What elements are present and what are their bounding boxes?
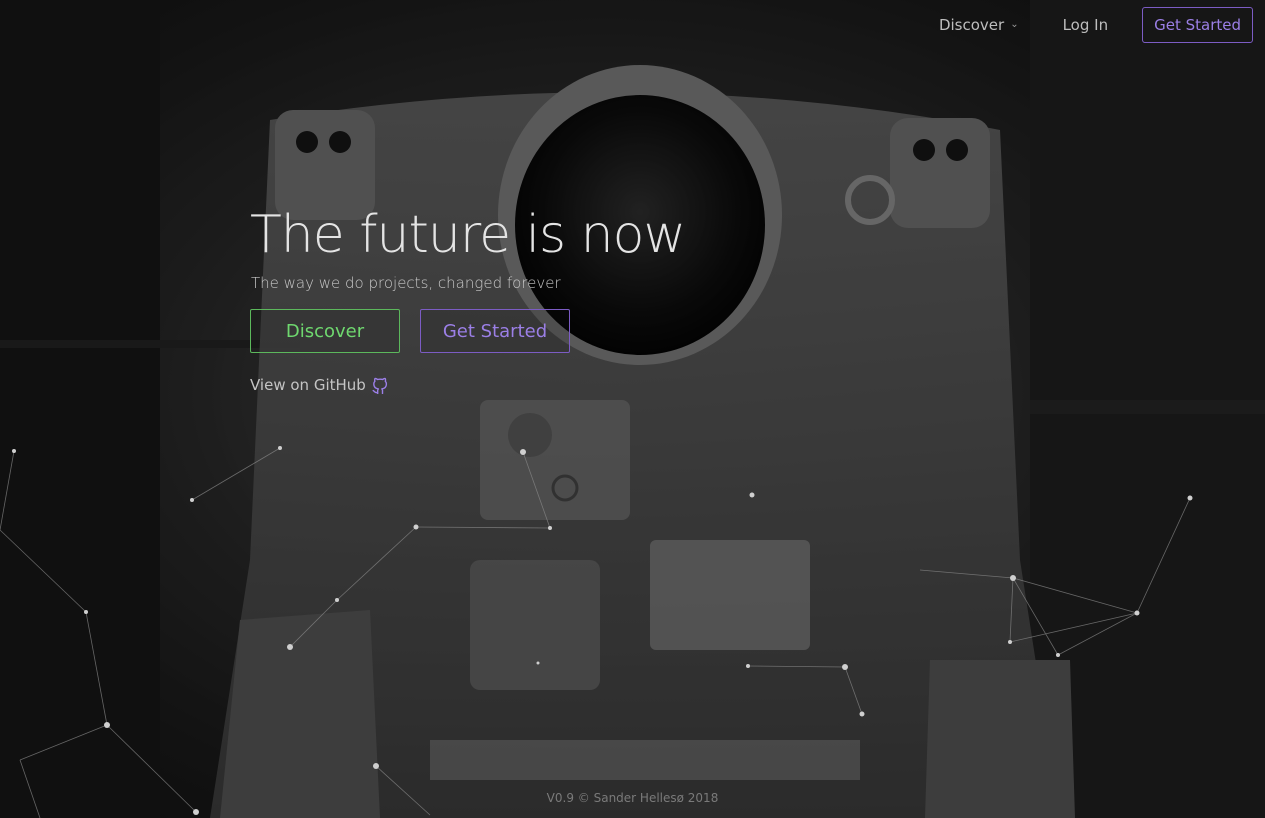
get-started-button[interactable]: Get Started bbox=[420, 309, 570, 353]
nav-discover-dropdown[interactable]: Discover ⌄ bbox=[917, 16, 1041, 34]
discover-button-label: Discover bbox=[285, 320, 365, 342]
hero-buttons: Discover Get Started bbox=[250, 309, 685, 353]
nav-login-label: Log In bbox=[1062, 15, 1109, 34]
hero-subtitle: The way we do projects, changed forever bbox=[251, 274, 561, 292]
hero-title: The future is now bbox=[250, 205, 686, 265]
chevron-down-icon: ⌄ bbox=[1010, 19, 1019, 30]
hero-section: The future is now The way we do projects… bbox=[250, 200, 686, 394]
nav-discover-label: Discover bbox=[938, 15, 1005, 34]
github-link-label: View on GitHub bbox=[250, 376, 366, 394]
get-started-button-label: Get Started bbox=[442, 320, 548, 342]
page: Discover ⌄ Log In Get Started The future… bbox=[0, 0, 1265, 818]
background-photo bbox=[0, 0, 1265, 818]
github-icon bbox=[372, 376, 388, 394]
nav-login-link[interactable]: Log In bbox=[1041, 16, 1131, 34]
footer-version: V0.9 © Sander Hellesø 2018 bbox=[546, 791, 719, 805]
github-link[interactable]: View on GitHub bbox=[250, 376, 685, 394]
discover-button[interactable]: Discover bbox=[250, 309, 400, 353]
nav-get-started-button[interactable]: Get Started bbox=[1142, 6, 1253, 43]
top-navbar: Discover ⌄ Log In Get Started bbox=[917, 6, 1253, 43]
nav-get-started-label: Get Started bbox=[1154, 15, 1241, 34]
